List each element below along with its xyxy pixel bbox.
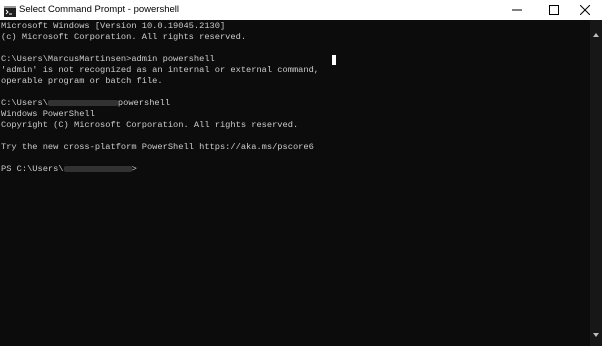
window-title: Select Command Prompt - powershell [19, 4, 179, 15]
maximize-icon [549, 5, 559, 15]
scroll-up-icon[interactable] [593, 24, 599, 42]
terminal-line: Windows PowerShell [1, 109, 95, 119]
vertical-scrollbar[interactable] [590, 20, 602, 346]
redacted-username [63, 165, 132, 172]
terminal-line: operable program or batch file. [1, 76, 163, 86]
text-cursor [332, 55, 336, 65]
terminal-line: Copyright (C) Microsoft Corporation. All… [1, 120, 299, 130]
scroll-down-icon[interactable] [593, 324, 599, 342]
close-icon [580, 5, 590, 15]
maximize-button[interactable] [537, 0, 571, 20]
terminal-line: (c) Microsoft Corporation. All rights re… [1, 32, 247, 42]
title-bar[interactable]: Select Command Prompt - powershell [0, 0, 602, 20]
minimize-icon [512, 9, 522, 11]
ps-prompt-path: PS C:\Users\ [1, 164, 64, 174]
minimize-button[interactable] [500, 0, 534, 20]
close-button[interactable] [568, 0, 602, 20]
terminal-line: Microsoft Windows [Version 10.0.19045.21… [1, 21, 226, 31]
terminal-command: powershell [117, 98, 171, 108]
command-prompt-window: Select Command Prompt - powershell Micro… [0, 0, 602, 346]
terminal-prompt-path: C:\Users\ [1, 98, 48, 108]
terminal-line: C:\Users\MarcusMartinsen>admin powershel… [1, 54, 215, 64]
redacted-username [47, 99, 118, 106]
terminal-line: 'admin' is not recognized as an internal… [1, 65, 320, 75]
prompt-caret: > [131, 164, 137, 174]
terminal-prompt-line: PS C:\Users\ > [1, 164, 137, 175]
terminal-line-redacted: C:\Users\ powershell [1, 98, 170, 109]
command-prompt-icon [4, 4, 16, 17]
terminal-output[interactable]: Microsoft Windows [Version 10.0.19045.21… [0, 20, 590, 346]
terminal-line: Try the new cross-platform PowerShell ht… [1, 142, 314, 152]
